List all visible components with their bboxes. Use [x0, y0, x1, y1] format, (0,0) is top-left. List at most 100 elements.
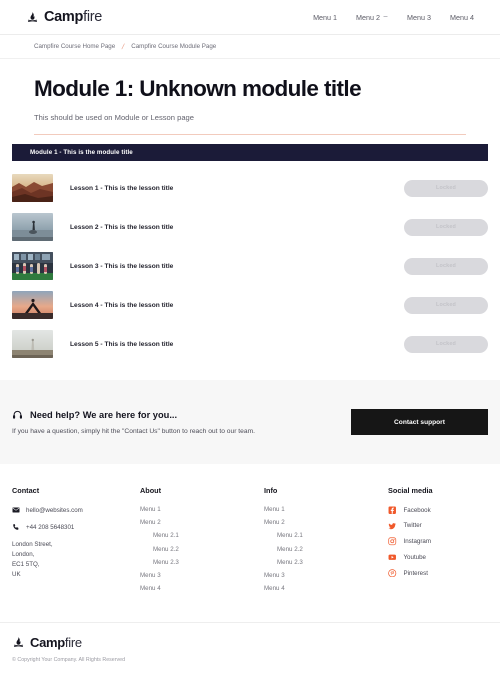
social-label: Youtube — [403, 553, 426, 561]
lesson-row[interactable]: Lesson 3 - This is the lesson title Lock… — [12, 247, 488, 286]
facebook-icon — [388, 506, 396, 514]
footer-address: London Street, London, EC1 5TQ, UK — [12, 540, 140, 580]
footer-link-info-menu-2-1[interactable]: Menu 2.1 — [264, 532, 388, 539]
lesson-locked-label: Locked — [435, 224, 457, 231]
footer-link-info-menu-2-3[interactable]: Menu 2.3 — [264, 559, 388, 566]
footer-heading-social: Social media — [388, 486, 433, 495]
social-link-twitter[interactable]: Twitter — [388, 522, 488, 531]
footer-logo-light: fire — [64, 635, 82, 650]
footer-link-info-menu-2[interactable]: Menu 2 — [264, 519, 388, 526]
contact-support-label: Contact support — [394, 418, 445, 426]
lesson-row[interactable]: Lesson 5 - This is the lesson title Lock… — [12, 325, 488, 364]
social-link-facebook[interactable]: Facebook — [388, 506, 488, 515]
footer-heading-contact: Contact — [12, 486, 40, 495]
section-divider — [34, 133, 466, 135]
yoga-sunset-photo — [12, 291, 53, 320]
nav-label: Menu 4 — [450, 12, 474, 22]
field-person-photo — [12, 330, 53, 359]
social-link-instagram[interactable]: Instagram — [388, 537, 488, 546]
youtube-icon — [388, 554, 396, 560]
footer-bottom-bar: Campfire © Copyright Your Company. All R… — [0, 622, 500, 663]
footer-link-about-menu-2-2[interactable]: Menu 2.2 — [140, 546, 264, 553]
copyright-text: © Copyright Your Company. All Rights Res… — [12, 657, 126, 663]
chevron-down-icon — [383, 16, 388, 17]
lesson-row[interactable]: Lesson 1 - This is the lesson title Lock… — [12, 169, 488, 208]
nav-label: Menu 3 — [407, 12, 432, 22]
nav-label: Menu 1 — [313, 12, 338, 22]
logo-wordmark: Campfire — [44, 9, 102, 25]
lesson-row[interactable]: Lesson 4 - This is the lesson title Lock… — [12, 286, 488, 325]
footer-column-info: Info Menu 1 Menu 2 Menu 2.1 Menu 2.2 Men… — [264, 486, 388, 598]
instagram-icon — [388, 537, 397, 546]
lesson-title: Lesson 5 - This is the lesson title — [70, 340, 174, 348]
address-line: UK — [12, 571, 21, 579]
lesson-locked-button[interactable]: Locked — [404, 335, 488, 353]
contact-support-button[interactable]: Contact support — [351, 409, 488, 435]
brand-logo[interactable]: Campfire — [26, 9, 102, 25]
address-line: London Street, — [12, 541, 53, 548]
lesson-thumbnail-4 — [12, 291, 53, 320]
footer-phone-row[interactable]: +44 208 5648301 — [12, 523, 140, 531]
footer-brand-logo[interactable]: Campfire — [12, 635, 488, 650]
desert-canyon-photo — [12, 174, 53, 203]
breadcrumb-item-home[interactable]: Campfire Course Home Page — [34, 43, 115, 50]
campfire-icon — [27, 11, 38, 22]
breadcrumb-separator-icon: / — [121, 42, 126, 51]
footer-link-info-menu-4[interactable]: Menu 4 — [264, 585, 388, 592]
footer-link-about-menu-2[interactable]: Menu 2 — [140, 519, 264, 526]
footer-column-social: Social media Facebook Twitter Instagram — [388, 486, 488, 598]
nav-item-menu-1[interactable]: Menu 1 — [313, 13, 337, 22]
footer-column-contact: Contact hello@websites.com +44 208 56483… — [12, 486, 140, 598]
lesson-locked-button[interactable]: Locked — [404, 179, 488, 197]
phone-icon — [13, 524, 19, 530]
footer-email: hello@websites.com — [26, 506, 83, 514]
footer-link-info-menu-1[interactable]: Menu 1 — [264, 506, 388, 513]
footer-link-about-menu-2-3[interactable]: Menu 2.3 — [140, 559, 264, 566]
help-section: Need help? We are here for you... If you… — [0, 380, 500, 464]
lesson-locked-label: Locked — [435, 185, 457, 192]
nav-item-menu-4[interactable]: Menu 4 — [450, 13, 474, 22]
breadcrumb-item-current[interactable]: Campfire Course Module Page — [131, 43, 216, 50]
headset-icon — [13, 410, 22, 419]
address-line: London, — [12, 551, 35, 559]
footer-link-about-menu-2-1[interactable]: Menu 2.1 — [140, 532, 264, 539]
beach-person-photo — [12, 213, 53, 242]
twitter-icon — [388, 522, 396, 529]
footer-email-row[interactable]: hello@websites.com — [12, 506, 140, 514]
footer-link-info-menu-3[interactable]: Menu 3 — [264, 572, 388, 579]
footer-link-info-menu-2-2[interactable]: Menu 2.2 — [264, 546, 388, 553]
nav-item-menu-3[interactable]: Menu 3 — [407, 13, 431, 22]
lesson-locked-label: Locked — [435, 341, 457, 348]
footer-link-about-menu-3[interactable]: Menu 3 — [140, 572, 264, 579]
footer-column-about: About Menu 1 Menu 2 Menu 2.1 Menu 2.2 Me… — [140, 486, 264, 598]
lesson-thumbnail-3 — [12, 252, 53, 281]
lesson-locked-label: Locked — [435, 263, 457, 270]
lesson-title: Lesson 4 - This is the lesson title — [70, 301, 174, 309]
lesson-title: Lesson 3 - This is the lesson title — [70, 262, 174, 270]
module-header-label: Module 1 - This is the module title — [30, 148, 133, 156]
lesson-thumbnail-5 — [12, 330, 53, 359]
nav-item-menu-2[interactable]: Menu 2 — [356, 13, 388, 22]
footer-phone: +44 208 5648301 — [26, 523, 75, 531]
footer-link-about-menu-4[interactable]: Menu 4 — [140, 585, 264, 592]
lesson-locked-button[interactable]: Locked — [404, 257, 488, 275]
lesson-locked-button[interactable]: Locked — [404, 296, 488, 314]
lesson-row[interactable]: Lesson 2 - This is the lesson title Lock… — [12, 208, 488, 247]
lesson-title: Lesson 1 - This is the lesson title — [70, 184, 174, 192]
page-header: Module 1: Unknown module title This shou… — [0, 59, 500, 122]
campfire-icon — [13, 637, 24, 647]
social-link-pinterest[interactable]: Pinterest — [388, 568, 488, 578]
site-footer: Contact hello@websites.com +44 208 56483… — [0, 486, 500, 598]
site-header: Campfire Menu 1 Menu 2 Menu 3 Menu 4 — [0, 0, 500, 35]
social-link-youtube[interactable]: Youtube — [388, 553, 488, 562]
address-line: EC1 5TQ, — [12, 561, 40, 569]
page-subtitle: This should be used on Module or Lesson … — [34, 112, 194, 122]
lesson-locked-button[interactable]: Locked — [404, 218, 488, 236]
footer-link-about-menu-1[interactable]: Menu 1 — [140, 506, 264, 513]
yoga-class-photo — [12, 252, 53, 281]
envelope-icon — [12, 507, 20, 513]
main-nav: Menu 1 Menu 2 Menu 3 Menu 4 — [313, 13, 474, 22]
social-label: Facebook — [403, 506, 431, 514]
footer-logo-bold: Camp — [30, 635, 65, 650]
lesson-thumbnail-1 — [12, 174, 53, 203]
